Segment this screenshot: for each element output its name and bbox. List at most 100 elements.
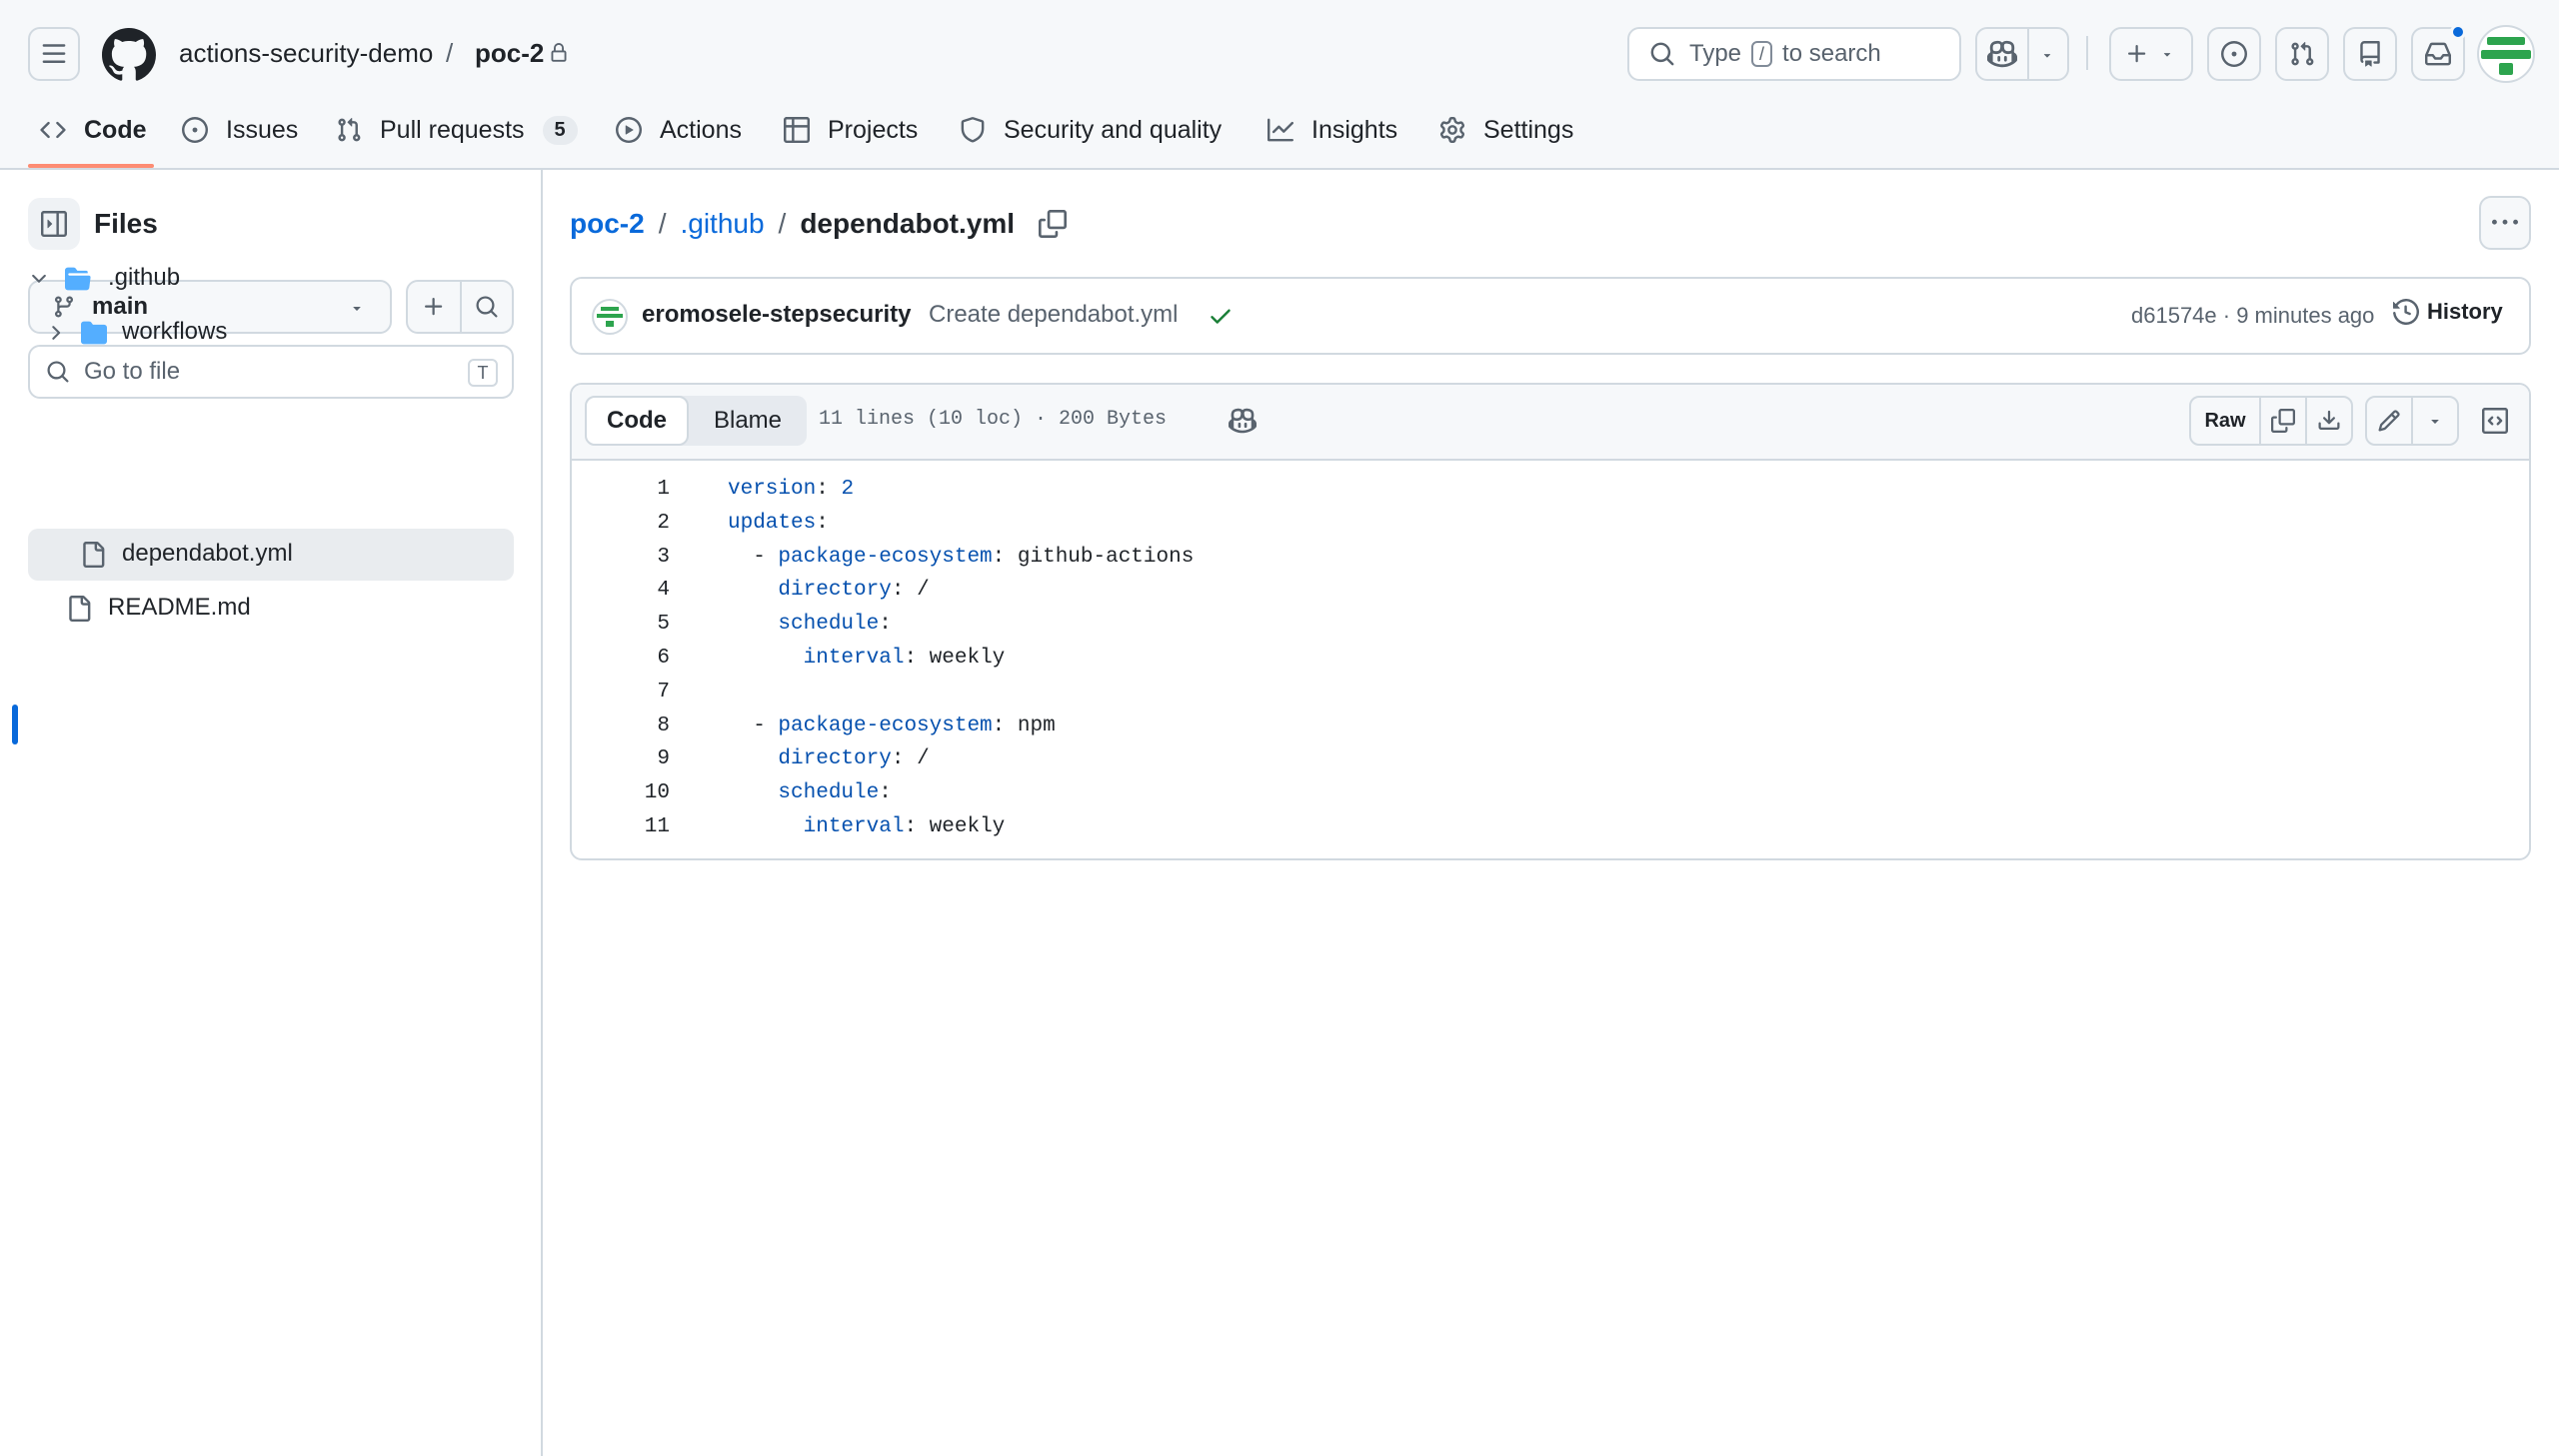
repo-icon bbox=[2360, 41, 2380, 67]
code-line: version: 2 bbox=[728, 473, 854, 507]
tree-item-github-folder[interactable]: .github bbox=[28, 253, 514, 305]
active-tab-underline bbox=[28, 164, 154, 168]
folder-open-icon bbox=[65, 267, 91, 291]
download-button[interactable] bbox=[2305, 396, 2353, 446]
pull-requests-button[interactable] bbox=[2275, 27, 2329, 81]
file-icon bbox=[69, 596, 91, 622]
breadcrumb-separator: / bbox=[778, 208, 787, 239]
view-toggle: Code Blame bbox=[585, 396, 807, 446]
breadcrumb-repo-link[interactable]: poc-2 bbox=[570, 208, 645, 240]
copilot-button[interactable] bbox=[1975, 27, 2069, 81]
line-number[interactable]: 1 bbox=[590, 473, 670, 507]
menu-button[interactable] bbox=[28, 27, 80, 81]
collapse-sidebar-button[interactable] bbox=[28, 198, 80, 250]
line-number[interactable]: 5 bbox=[590, 608, 670, 642]
edit-options-button[interactable] bbox=[2411, 396, 2459, 446]
yaml-key: package-ecosystem bbox=[778, 714, 993, 737]
file-breadcrumb: poc-2 / .github / dependabot.yml bbox=[570, 204, 1068, 244]
code-indent: - bbox=[728, 545, 779, 569]
line-number[interactable]: 8 bbox=[590, 710, 670, 743]
chevron-down-icon bbox=[32, 274, 46, 283]
yaml-key: updates bbox=[728, 511, 817, 535]
breadcrumb-folder-link[interactable]: .github bbox=[680, 208, 764, 240]
hamburger-icon bbox=[42, 44, 66, 63]
line-number[interactable]: 3 bbox=[590, 541, 670, 575]
tab-security[interactable]: Security and quality bbox=[960, 110, 1222, 150]
code-view-tab[interactable]: Code bbox=[585, 396, 689, 446]
tab-projects[interactable]: Projects bbox=[784, 110, 918, 150]
avatar[interactable] bbox=[2477, 25, 2535, 83]
github-logo-icon[interactable] bbox=[102, 28, 156, 82]
yaml-colon: : bbox=[891, 579, 918, 603]
line-number[interactable]: 2 bbox=[590, 507, 670, 541]
download-icon bbox=[2318, 410, 2340, 430]
file-icon bbox=[83, 542, 105, 568]
code-view-label: Code bbox=[607, 407, 667, 434]
pull-request-icon bbox=[2291, 41, 2314, 66]
symbols-panel-button[interactable] bbox=[2471, 396, 2519, 446]
more-options-button[interactable] bbox=[2479, 196, 2531, 250]
code-line: directory: / bbox=[728, 742, 930, 776]
line-number[interactable]: 4 bbox=[590, 574, 670, 608]
search-input[interactable]: Type / to search bbox=[1627, 27, 1961, 81]
search-icon bbox=[47, 361, 69, 383]
line-number[interactable]: 6 bbox=[590, 642, 670, 676]
tab-settings-label: Settings bbox=[1483, 115, 1574, 144]
raw-button[interactable]: Raw bbox=[2189, 396, 2261, 446]
history-button[interactable]: History bbox=[2393, 299, 2503, 325]
tab-pull-requests[interactable]: Pull requests 5 bbox=[336, 110, 578, 150]
table-icon bbox=[784, 117, 810, 143]
selected-item-indicator bbox=[12, 705, 18, 744]
create-new-button[interactable] bbox=[2109, 27, 2193, 81]
play-icon bbox=[616, 117, 642, 143]
yaml-key: directory bbox=[778, 579, 892, 603]
tab-actions[interactable]: Actions bbox=[616, 110, 742, 150]
yaml-value: / bbox=[917, 747, 930, 771]
split-divider bbox=[2027, 29, 2029, 79]
commit-author[interactable]: eromosele-stepsecurity bbox=[642, 301, 911, 329]
commit-message[interactable]: Create dependabot.yml bbox=[929, 301, 1179, 329]
tree-item-dependabot-file[interactable]: dependabot.yml bbox=[28, 529, 514, 581]
tree-item-workflows-folder[interactable]: workflows bbox=[28, 307, 514, 359]
owner-link[interactable]: actions-security-demo bbox=[179, 36, 433, 70]
blame-view-tab[interactable]: Blame bbox=[689, 396, 807, 446]
copy-path-icon[interactable] bbox=[1039, 210, 1068, 238]
line-number[interactable]: 9 bbox=[590, 742, 670, 776]
issues-button[interactable] bbox=[2207, 27, 2261, 81]
yaml-colon: : bbox=[904, 647, 930, 670]
tab-projects-label: Projects bbox=[828, 115, 919, 144]
line-number[interactable]: 11 bbox=[590, 810, 670, 844]
sidebar-collapse-icon bbox=[41, 211, 67, 237]
tab-insights[interactable]: Insights bbox=[1268, 110, 1397, 150]
tree-item-readme-file[interactable]: README.md bbox=[28, 583, 514, 635]
repo-link[interactable]: poc-2 bbox=[475, 36, 544, 70]
repositories-button[interactable] bbox=[2343, 27, 2397, 81]
file-tree-sidebar: Files main Go to file T .github workflow… bbox=[0, 170, 543, 1456]
code-line: - package-ecosystem: github-actions bbox=[728, 541, 1194, 575]
code-icon bbox=[40, 121, 66, 139]
line-number[interactable]: 10 bbox=[590, 776, 670, 810]
yaml-key: interval bbox=[803, 815, 905, 838]
blame-view-label: Blame bbox=[713, 407, 783, 434]
yaml-colon: : bbox=[891, 747, 918, 771]
commit-sha-time[interactable]: d61574e · 9 minutes ago bbox=[2131, 303, 2374, 329]
code-indent: - bbox=[728, 714, 779, 737]
author-avatar[interactable] bbox=[592, 299, 628, 335]
tab-issues[interactable]: Issues bbox=[182, 110, 298, 150]
chevron-down-icon bbox=[2163, 53, 2171, 57]
raw-label: Raw bbox=[2204, 409, 2246, 432]
yaml-value: weekly bbox=[929, 647, 1006, 670]
go-to-file-placeholder: Go to file bbox=[84, 358, 181, 385]
breadcrumb-separator: / bbox=[446, 38, 454, 68]
tab-settings[interactable]: Settings bbox=[1439, 110, 1573, 150]
copy-raw-button[interactable] bbox=[2259, 396, 2307, 446]
line-number[interactable]: 7 bbox=[590, 676, 670, 710]
edit-button[interactable] bbox=[2365, 396, 2413, 446]
copilot-icon[interactable] bbox=[1229, 407, 1257, 435]
tab-code[interactable]: Code bbox=[40, 110, 147, 150]
breadcrumb-file-name: dependabot.yml bbox=[800, 208, 1016, 239]
check-icon bbox=[1211, 309, 1231, 324]
